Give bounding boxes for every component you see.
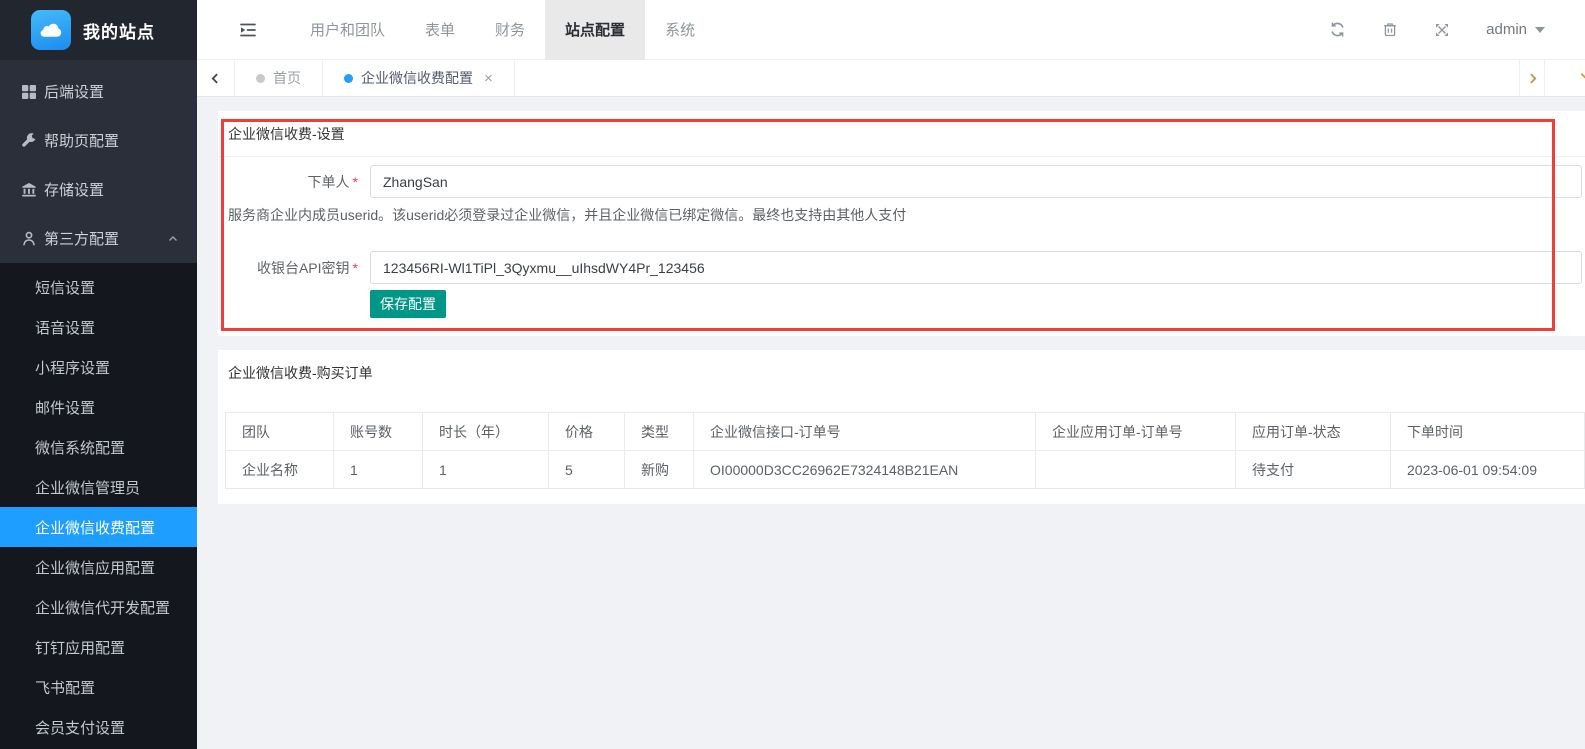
sidebar: 我的站点 后端设置 帮助页配置 存储设置 [0, 0, 197, 749]
col-price: 价格 [549, 413, 625, 451]
sidebar-subitem-wechat-system-config[interactable]: 微信系统配置 [0, 427, 197, 467]
settings-card-title: 企业微信收费-设置 [218, 111, 1585, 157]
expand-icon[interactable] [1434, 22, 1450, 38]
logo: 我的站点 [0, 0, 197, 60]
tab-wecom-billing-config[interactable]: 企业微信收费配置 × [323, 60, 515, 96]
cloud-logo-icon [31, 10, 71, 50]
orders-table: 团队 账号数 时长（年） 价格 类型 企业微信接口-订单号 企业应用订单-订单号… [225, 412, 1585, 489]
sidebar-subitem-wecom-app-config[interactable]: 企业微信应用配置 [0, 547, 197, 587]
cell-wecom-api-order-no: OI00000D3CC26962E7324148B21EAN [694, 451, 1036, 489]
sidebar-item-help-page-config[interactable]: 帮助页配置 [0, 116, 197, 165]
tab-home[interactable]: 首页 [235, 60, 323, 96]
tab-label: 首页 [273, 68, 301, 88]
sidebar-subitem-miniprogram-settings[interactable]: 小程序设置 [0, 347, 197, 387]
sidebar-item-backend-settings[interactable]: 后端设置 [0, 67, 197, 116]
col-type: 类型 [625, 413, 694, 451]
col-account-count: 账号数 [334, 413, 423, 451]
form-row-api-key: 收银台API密钥* [218, 251, 1582, 284]
tab-dot [256, 74, 265, 83]
chevron-up-icon [167, 233, 179, 245]
nav-item-site-config[interactable]: 站点配置 [545, 0, 645, 60]
sidebar-item-label: 后端设置 [44, 81, 104, 102]
sidebar-menu: 后端设置 帮助页配置 存储设置 第三方配置 [0, 60, 197, 263]
bank-icon [20, 181, 37, 198]
sidebar-subitem-voice-settings[interactable]: 语音设置 [0, 307, 197, 347]
col-order-time: 下单时间 [1391, 413, 1585, 451]
tab-close-icon[interactable]: × [484, 70, 493, 87]
top-nav: 用户和团队 表单 财务 站点配置 系统 admin [197, 0, 1585, 60]
nav-item-system[interactable]: 系统 [645, 0, 715, 60]
sidebar-subitem-wecom-dev-proxy-config[interactable]: 企业微信代开发配置 [0, 587, 197, 627]
sidebar-item-label: 第三方配置 [44, 228, 119, 249]
caret-down-icon [1535, 27, 1545, 38]
app-root: 我的站点 后端设置 帮助页配置 存储设置 [0, 0, 1585, 749]
col-team: 团队 [226, 413, 334, 451]
sidebar-item-third-party-config[interactable]: 第三方配置 [0, 214, 197, 263]
sidebar-subitem-wecom-billing-config[interactable]: 企业微信收费配置 [0, 507, 197, 547]
refresh-icon[interactable] [1329, 21, 1346, 38]
required-asterisk: * [353, 260, 358, 276]
tabs-scroll-left-icon[interactable] [197, 60, 235, 96]
tab-overflow-icon[interactable] [1545, 60, 1585, 96]
app-title: 我的站点 [83, 18, 155, 43]
cell-team: 企业名称 [226, 451, 334, 489]
cell-duration-years: 1 [423, 451, 549, 489]
tabs-scroll-right-icon[interactable] [1519, 60, 1545, 96]
tab-bar: 首页 企业微信收费配置 × [197, 60, 1585, 97]
save-config-button[interactable]: 保存配置 [370, 290, 446, 318]
wecom-billing-orders-card: 企业微信收费-购买订单 团队 账号数 时长（年） 价格 类型 企业微信接口-订单… [218, 350, 1585, 504]
sidebar-item-label: 帮助页配置 [44, 130, 119, 151]
wecom-billing-settings-card: 企业微信收费-设置 下单人* 服务商企业内成员userid。该userid必须登… [218, 111, 1585, 336]
username: admin [1486, 21, 1527, 38]
sidebar-subitem-mail-settings[interactable]: 邮件设置 [0, 387, 197, 427]
form-row-orderer: 下单人* [218, 165, 1582, 198]
tab-filler [515, 60, 1519, 96]
required-asterisk: * [353, 174, 358, 190]
wrench-icon [20, 132, 37, 149]
col-app-order-no: 企业应用订单-订单号 [1036, 413, 1236, 451]
sidebar-subitem-wecom-admin[interactable]: 企业微信管理员 [0, 467, 197, 507]
sidebar-item-label: 存储设置 [44, 179, 104, 200]
trash-icon[interactable] [1382, 21, 1398, 38]
nav-item-users-teams[interactable]: 用户和团队 [290, 0, 405, 60]
sidebar-subitem-member-payment-settings[interactable]: 会员支付设置 [0, 707, 197, 747]
nav-item-forms[interactable]: 表单 [405, 0, 475, 60]
menu-fold-icon[interactable] [238, 20, 258, 40]
col-duration-years: 时长（年） [423, 413, 549, 451]
user-icon [20, 230, 37, 247]
sidebar-subitem-feishu-config[interactable]: 飞书配置 [0, 667, 197, 707]
orders-card-title: 企业微信收费-购买订单 [228, 363, 1585, 383]
nav-actions: admin [1329, 21, 1545, 38]
cell-type: 新购 [625, 451, 694, 489]
settings-form: 下单人* 服务商企业内成员userid。该userid必须登录过企业微信，并且企… [218, 157, 1585, 336]
orderer-label: 下单人* [218, 172, 370, 192]
cell-price: 5 [549, 451, 625, 489]
nav-item-finance[interactable]: 财务 [475, 0, 545, 60]
col-app-order-status: 应用订单-状态 [1236, 413, 1391, 451]
sidebar-subitem-dingtalk-app-config[interactable]: 钉钉应用配置 [0, 627, 197, 667]
sidebar-submenu: 短信设置 语音设置 小程序设置 邮件设置 微信系统配置 企业微信管理员 企业微信… [0, 263, 197, 749]
tab-label: 企业微信收费配置 [361, 68, 473, 88]
api-key-input[interactable] [370, 251, 1582, 284]
cell-order-time: 2023-06-01 09:54:09 [1391, 451, 1585, 489]
main-content: 企业微信收费-设置 下单人* 服务商企业内成员userid。该userid必须登… [197, 97, 1585, 749]
api-key-label: 收银台API密钥* [218, 258, 370, 278]
cell-account-count: 1 [334, 451, 423, 489]
tab-dot [344, 74, 353, 83]
user-menu[interactable]: admin [1486, 21, 1545, 38]
cell-app-order-status: 待支付 [1236, 451, 1391, 489]
orderer-input[interactable] [370, 165, 1582, 198]
orderer-help-text: 服务商企业内成员userid。该userid必须登录过企业微信，并且企业微信已绑… [218, 205, 1585, 225]
grid-icon [20, 83, 37, 100]
orders-table-header-row: 团队 账号数 时长（年） 价格 类型 企业微信接口-订单号 企业应用订单-订单号… [226, 413, 1585, 451]
sidebar-subitem-sms-settings[interactable]: 短信设置 [0, 267, 197, 307]
col-wecom-api-order-no: 企业微信接口-订单号 [694, 413, 1036, 451]
cell-app-order-no [1036, 451, 1236, 489]
form-actions: 保存配置 [218, 290, 1585, 318]
orders-table-row: 企业名称 1 1 5 新购 OI00000D3CC26962E7324148B2… [226, 451, 1585, 489]
sidebar-item-storage-settings[interactable]: 存储设置 [0, 165, 197, 214]
